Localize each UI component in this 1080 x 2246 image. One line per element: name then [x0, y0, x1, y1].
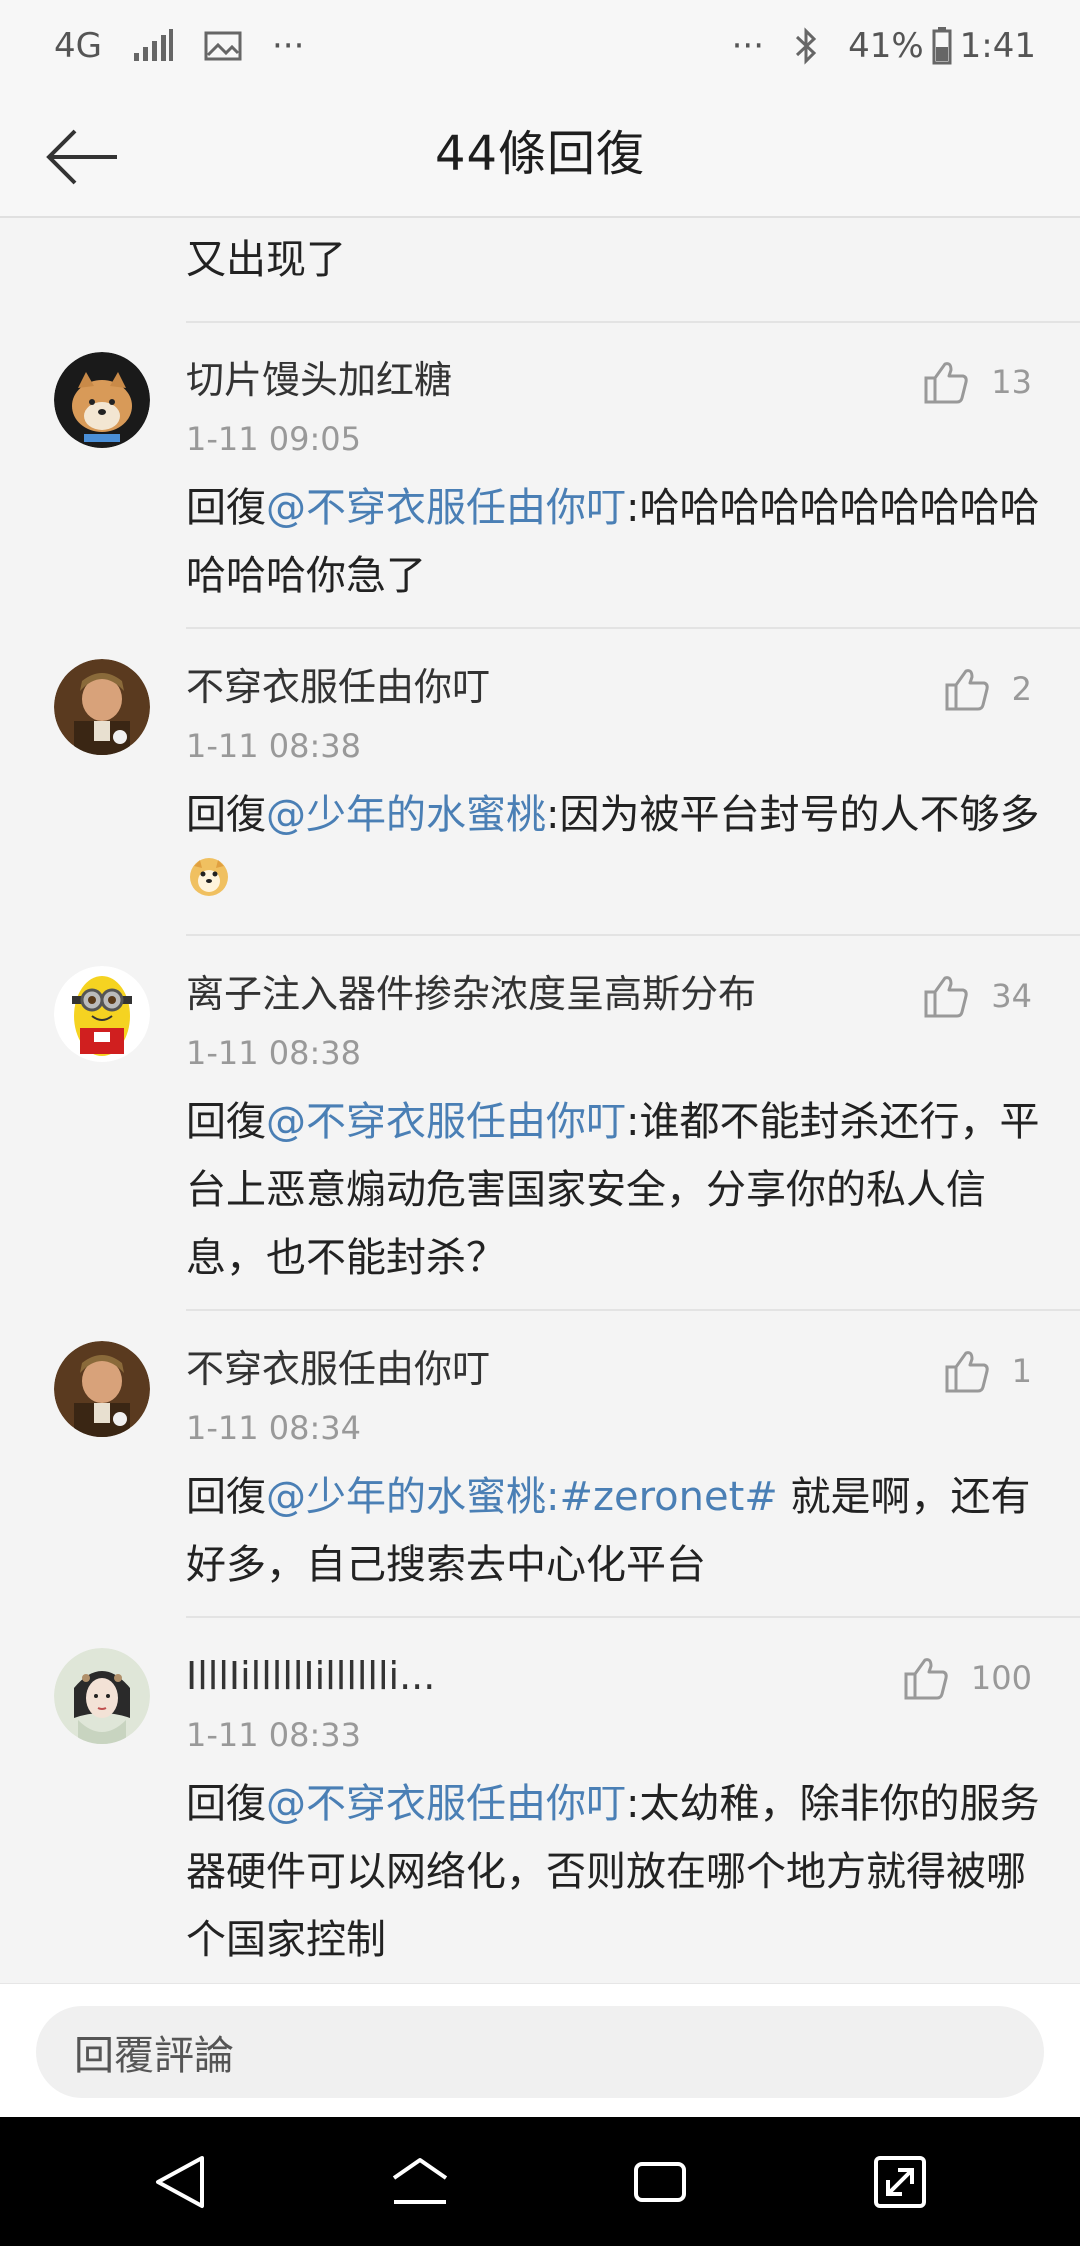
reply-prefix: 回復 [186, 485, 266, 531]
reply-prefix: 回復 [186, 1099, 266, 1145]
comment-timestamp: 1-11 08:38 [186, 1034, 362, 1072]
doge-emoji-icon [188, 851, 230, 919]
bluetooth-icon [794, 27, 818, 65]
comment-list[interactable]: 又出现了 切片馒头加红糖 1-11 09:05 13 回復@不穿衣服任由你叮:哈… [0, 220, 1080, 1983]
mention-link[interactable]: @不穿衣服任由你叮 [266, 485, 626, 531]
status-bar: 4G ··· ··· 41% 1:41 [0, 0, 1080, 92]
thumbs-up-icon [945, 669, 989, 711]
comment-timestamp: 1-11 08:33 [186, 1716, 362, 1754]
image-icon [204, 31, 242, 61]
mention-link[interactable]: @不穿衣服任由你叮 [266, 1099, 626, 1145]
comment-item: 离子注入器件掺杂浓度呈高斯分布 1-11 08:38 34 回復@不穿衣服任由你… [0, 936, 1080, 1310]
like-button[interactable]: 34 [923, 966, 1032, 1026]
mention-link[interactable]: @不穿衣服任由你叮 [266, 1781, 626, 1827]
reply-bar: 回覆評論 [0, 1983, 1080, 2117]
recents-icon [634, 2161, 686, 2202]
thumbs-up-icon [924, 976, 968, 1018]
comment-item: 切片馒头加红糖 1-11 09:05 13 回復@不穿衣服任由你叮:哈哈哈哈哈哈… [0, 322, 1080, 628]
comment-text: 回復@少年的水蜜桃:#zeronet# 就是啊，还有好多，自己搜索去中心化平台 [186, 1463, 1040, 1599]
like-button[interactable]: 100 [903, 1648, 1032, 1708]
comment-timestamp: 1-11 09:05 [186, 420, 362, 458]
more-status-icon: ··· [731, 26, 765, 66]
status-left: 4G ··· [54, 26, 304, 66]
like-button[interactable]: 1 [944, 1341, 1032, 1401]
clock: 1:41 [959, 26, 1036, 66]
system-nav-bar [0, 2117, 1080, 2246]
comment-text: 回復@不穿衣服任由你叮:哈哈哈哈哈哈哈哈哈哈哈哈哈你急了 [186, 474, 1040, 610]
like-button[interactable]: 13 [923, 352, 1032, 412]
comment-timestamp: 1-11 08:38 [186, 727, 362, 765]
comment-timestamp: 1-11 08:34 [186, 1409, 362, 1447]
comment-item: IlllIilllllIilllllli... 1-11 08:33 100 回… [0, 1618, 1080, 1983]
reply-prefix: 回復 [186, 792, 266, 838]
battery-icon [932, 27, 952, 65]
previous-comment-tail: 又出现了 [186, 220, 1040, 283]
comment-username[interactable]: 不穿衣服任由你叮 [186, 1339, 490, 1399]
thumbs-up-icon [945, 1351, 989, 1393]
avatar[interactable] [54, 352, 150, 448]
more-notifications-icon: ··· [271, 26, 305, 66]
comment-content: :因为被平台封号的人不够多 [546, 792, 1040, 838]
comment-username[interactable]: 不穿衣服任由你叮 [186, 657, 490, 717]
reply-comment-input[interactable]: 回覆評論 [36, 2006, 1044, 2098]
home-icon [392, 2157, 448, 2204]
status-right: ··· 41% 1:41 [732, 26, 1036, 66]
comment-item: 不穿衣服任由你叮 1-11 08:38 2 回復@少年的水蜜桃:因为被平台封号的… [0, 629, 1080, 935]
triangle-back-icon [156, 2155, 204, 2208]
comment-text: 回復@不穿衣服任由你叮:太幼稚，除非你的服务器硬件可以网络化，否则放在哪个地方就… [186, 1770, 1040, 1974]
reply-prefix: 回復 [186, 1474, 266, 1520]
page-title: 44條回復 [434, 126, 646, 182]
like-count: 2 [1011, 670, 1032, 708]
mention-link[interactable]: @少年的水蜜桃 [266, 1474, 546, 1520]
expand-icon [874, 2155, 926, 2208]
reply-prefix: 回復 [186, 1781, 266, 1827]
nav-home-button[interactable] [370, 2132, 470, 2232]
thumbs-up-icon [904, 1658, 948, 1700]
mention-link[interactable]: @少年的水蜜桃 [266, 792, 546, 838]
header: 44條回復 [0, 92, 1080, 218]
hashtag-link[interactable]: :#zeronet# [546, 1474, 778, 1520]
comment-username[interactable]: 切片馒头加红糖 [186, 350, 452, 410]
like-button[interactable]: 2 [944, 659, 1032, 719]
nav-recents-button[interactable] [610, 2132, 710, 2232]
network-indicator: 4G [54, 26, 102, 66]
avatar[interactable] [54, 1341, 150, 1437]
nav-back-button[interactable] [130, 2132, 230, 2232]
signal-icon [132, 29, 174, 63]
thumbs-up-icon [924, 362, 968, 404]
comment-username[interactable]: 离子注入器件掺杂浓度呈高斯分布 [186, 964, 756, 1024]
like-count: 13 [991, 363, 1032, 401]
avatar[interactable] [54, 1648, 150, 1744]
comment-item: 不穿衣服任由你叮 1-11 08:34 1 回復@少年的水蜜桃:#zeronet… [0, 1311, 1080, 1617]
nav-expand-button[interactable] [850, 2132, 950, 2232]
comment-text: 回復@少年的水蜜桃:因为被平台封号的人不够多 [186, 781, 1040, 919]
like-count: 1 [1011, 1352, 1032, 1390]
comment-text: 回復@不穿衣服任由你叮:谁都不能封杀还行，平台上恶意煽动危害国家安全，分享你的私… [186, 1088, 1040, 1292]
avatar[interactable] [54, 659, 150, 755]
avatar[interactable] [54, 966, 150, 1062]
comment-tail-text: 又出现了 [186, 237, 346, 283]
battery-percent: 41% [848, 26, 924, 66]
like-count: 100 [970, 1659, 1032, 1697]
comment-username[interactable]: IlllIilllllIilllllli... [186, 1646, 435, 1706]
like-count: 34 [991, 977, 1032, 1015]
